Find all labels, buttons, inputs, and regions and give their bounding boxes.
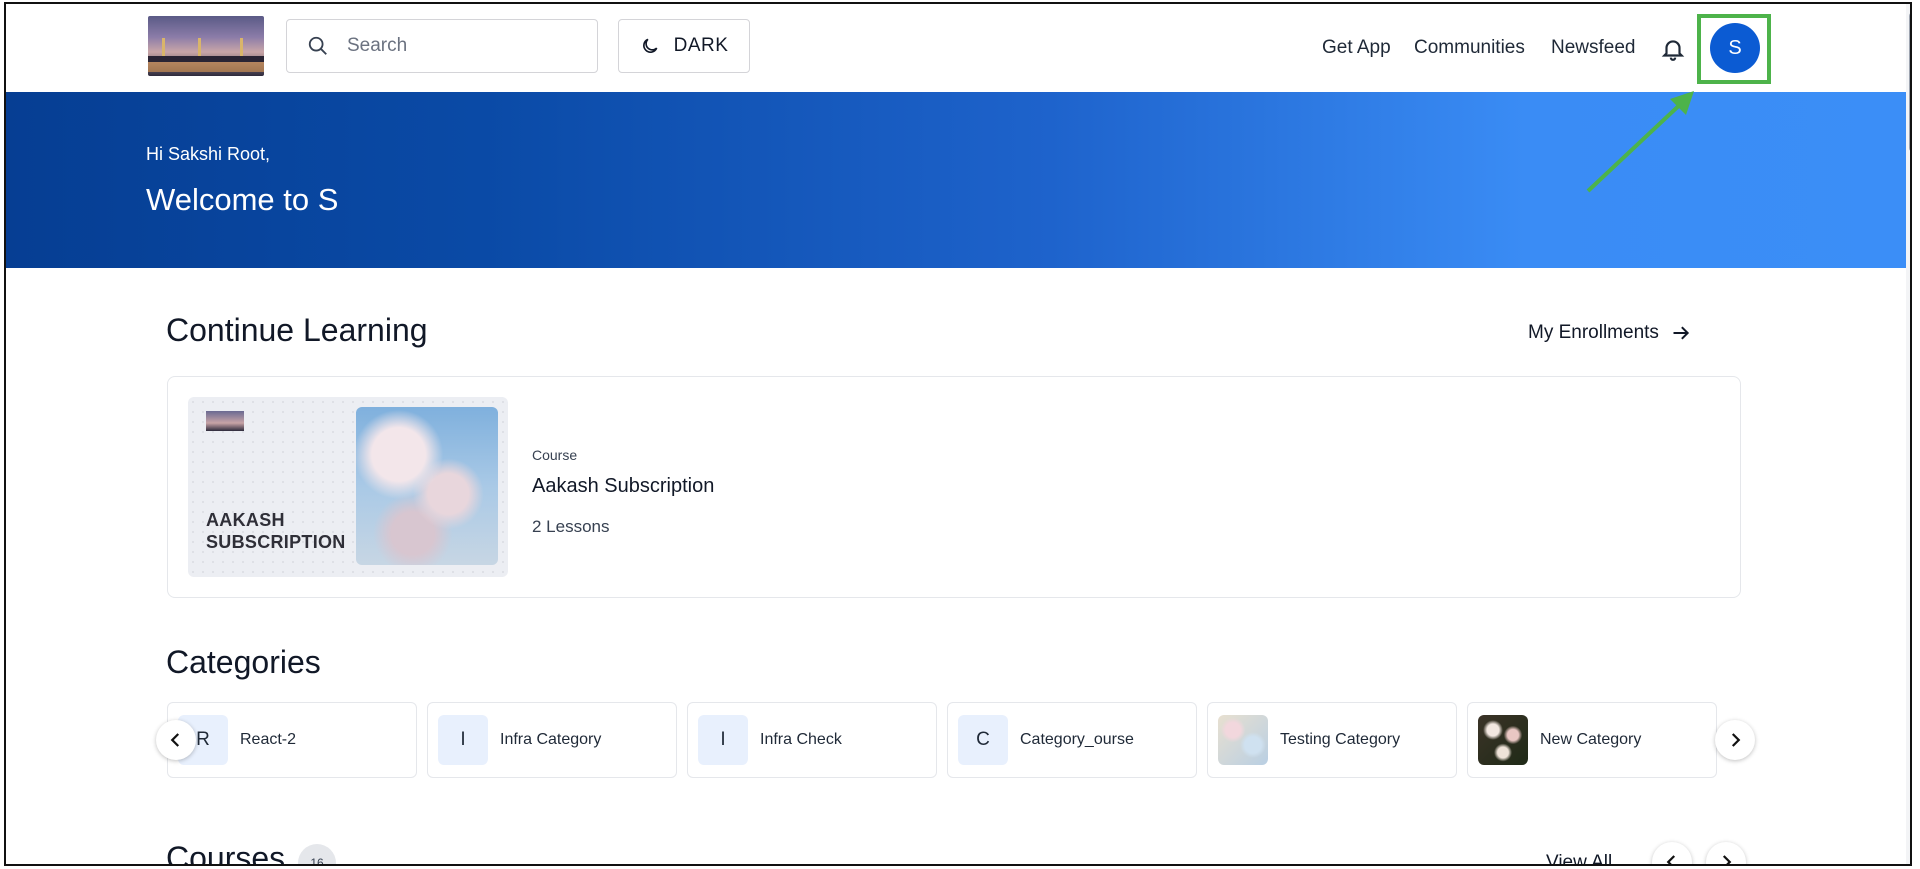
category-label: React-2 [240, 731, 297, 748]
view-all-courses-link[interactable]: View All [1546, 852, 1612, 864]
course-type-label: Course [532, 447, 578, 463]
category-card[interactable]: New Category [1467, 702, 1717, 778]
category-badge: I [438, 715, 488, 765]
annotation-arrow-icon [1586, 91, 1694, 193]
category-image [1218, 715, 1268, 765]
scrollbar-thumb[interactable] [1909, 12, 1910, 152]
courses-count-badge: 16 [298, 844, 336, 864]
clouds-image [356, 407, 498, 565]
thumbnail-logo [206, 411, 244, 431]
category-badge: C [958, 715, 1008, 765]
course-name[interactable]: Aakash Subscription [532, 475, 714, 498]
bell-icon[interactable] [1660, 36, 1686, 62]
dark-mode-toggle[interactable]: DARK [618, 19, 750, 73]
greeting-text: Hi Sakshi Root, [146, 144, 271, 164]
arrow-right-icon [1673, 326, 1690, 340]
avatar[interactable]: S [1710, 23, 1760, 73]
category-image [1478, 715, 1528, 765]
site-logo[interactable] [148, 16, 264, 76]
top-navbar: Search DARK Get App Communities Newsfeed… [6, 4, 1906, 92]
continue-learning-heading: Continue Learning [166, 312, 428, 348]
my-enrollments-label: My Enrollments [1528, 322, 1659, 343]
thumbnail-title: AAKASH SUBSCRIPTION [206, 510, 346, 552]
course-lessons-count: 2 Lessons [532, 517, 610, 536]
course-card[interactable]: AAKASH SUBSCRIPTION Course Aakash Subscr… [167, 376, 1741, 598]
moon-icon [642, 38, 658, 53]
chevron-right-icon [1722, 855, 1732, 864]
categories-next-button[interactable] [1715, 720, 1755, 760]
categories-prev-button[interactable] [156, 720, 196, 760]
category-card[interactable]: Testing Category [1207, 702, 1457, 778]
categories-heading: Categories [166, 644, 321, 680]
course-thumbnail: AAKASH SUBSCRIPTION [188, 397, 508, 577]
category-label: Infra Category [500, 731, 602, 748]
categories-carousel: R React-2 I Infra Category I Infra Check… [167, 702, 1727, 778]
my-enrollments-link[interactable]: My Enrollments [1528, 322, 1691, 344]
search-icon [308, 36, 327, 55]
nav-get-app[interactable]: Get App [1322, 4, 1391, 92]
category-label: Infra Check [760, 731, 842, 748]
courses-prev-button[interactable] [1652, 842, 1692, 864]
category-label: Testing Category [1280, 731, 1401, 748]
search-input[interactable]: Search [286, 19, 598, 73]
nav-newsfeed[interactable]: Newsfeed [1551, 4, 1636, 92]
welcome-title: Welcome to S [146, 182, 339, 217]
dark-mode-label: DARK [673, 35, 729, 56]
category-card[interactable]: R React-2 [167, 702, 417, 778]
search-placeholder: Search [347, 35, 408, 56]
chevron-left-icon [1666, 855, 1676, 864]
category-label: Category_ourse [1020, 731, 1134, 748]
category-card[interactable]: C Category_ourse [947, 702, 1197, 778]
courses-heading: Courses [166, 840, 286, 866]
courses-next-button[interactable] [1706, 842, 1746, 864]
category-card[interactable]: I Infra Category [427, 702, 677, 778]
chevron-right-icon [1731, 733, 1741, 747]
page-scrollbar[interactable] [1906, 4, 1910, 864]
chevron-left-icon [170, 733, 180, 747]
app-frame: Search DARK Get App Communities Newsfeed… [4, 2, 1912, 866]
category-badge: I [698, 715, 748, 765]
category-label: New Category [1540, 731, 1642, 748]
category-card[interactable]: I Infra Check [687, 702, 937, 778]
nav-communities[interactable]: Communities [1414, 4, 1525, 92]
